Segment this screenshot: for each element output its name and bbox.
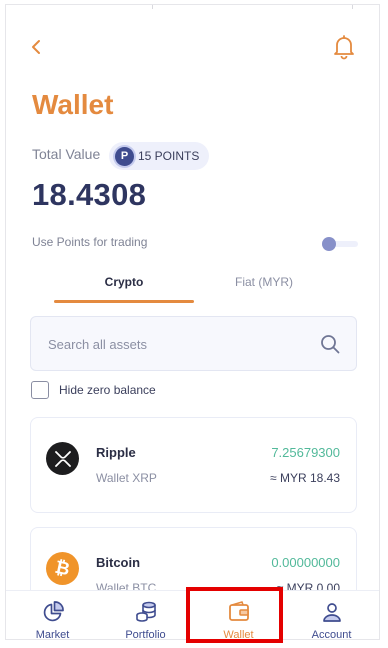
- total-value: 18.4308: [32, 177, 147, 212]
- asset-name: Ripple: [96, 445, 136, 460]
- nav-account[interactable]: Account: [285, 591, 378, 640]
- asset-amount: 7.25679300: [271, 445, 340, 460]
- bell-icon: [334, 35, 354, 60]
- points-label: 15 POINTS: [138, 149, 200, 163]
- points-badge[interactable]: P 15 POINTS: [109, 142, 210, 170]
- xrp-icon: [46, 442, 79, 475]
- total-value-label: Total Value: [32, 146, 101, 162]
- use-points-label: Use Points for trading: [32, 235, 148, 249]
- hide-zero-label[interactable]: Hide zero balance: [59, 383, 156, 397]
- nav-market[interactable]: Market: [6, 591, 99, 640]
- bitcoin-icon: ₿: [46, 552, 79, 585]
- asset-card-ripple[interactable]: Ripple Wallet XRP 7.25679300 ≈ MYR 18.43: [30, 417, 357, 513]
- user-icon: [322, 603, 341, 622]
- active-tab-indicator: [54, 300, 194, 303]
- toggle-knob: [322, 237, 336, 251]
- page-title: Wallet: [32, 89, 114, 120]
- use-points-toggle[interactable]: [322, 237, 358, 251]
- hide-zero-checkbox[interactable]: [31, 381, 49, 399]
- search-input[interactable]: Search all assets: [30, 316, 357, 371]
- pie-chart-icon: [43, 601, 64, 622]
- tab-crypto[interactable]: Crypto: [54, 275, 194, 289]
- app-screen: Wallet Total Value P 15 POINTS 18.4308 U…: [5, 4, 380, 640]
- tab-fiat-myr[interactable]: Fiat (MYR): [194, 275, 334, 289]
- asset-myr-value: ≈ MYR 18.43: [270, 471, 340, 485]
- search-icon[interactable]: [320, 334, 340, 354]
- notifications-button[interactable]: [330, 33, 358, 61]
- nav-label: Portfolio: [125, 629, 166, 640]
- back-button[interactable]: [24, 35, 48, 59]
- nav-label: Market: [35, 629, 70, 640]
- asset-name: Bitcoin: [96, 555, 141, 570]
- highlight-box: [186, 587, 283, 643]
- asset-wallet: Wallet XRP: [96, 471, 157, 485]
- coins-stack-icon: [135, 601, 156, 622]
- asset-amount: 0.00000000: [271, 555, 340, 570]
- search-placeholder: Search all assets: [48, 337, 147, 352]
- points-icon: P: [115, 146, 134, 166]
- top-edge-mark: [352, 5, 353, 9]
- chevron-left-icon: [32, 40, 40, 54]
- nav-portfolio[interactable]: Portfolio: [99, 591, 192, 640]
- nav-label: Account: [311, 629, 352, 640]
- top-edge-mark: [152, 5, 153, 9]
